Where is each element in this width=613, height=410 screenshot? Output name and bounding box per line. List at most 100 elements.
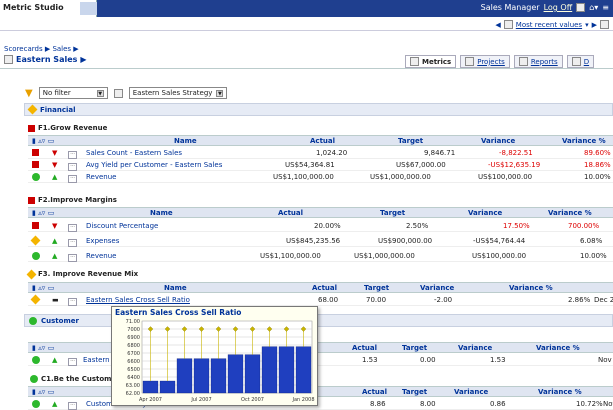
table-row[interactable]: ▼ ··· Sales Count - Eastern Sales 1,024.… — [28, 148, 613, 159]
chevron-down-icon[interactable]: ▼ — [216, 89, 224, 97]
window-tab-stub[interactable] — [80, 2, 97, 15]
filter-select[interactable]: No filter ▼ — [38, 87, 108, 99]
metric-variance-pct: 10.00% — [584, 173, 611, 181]
col-variance[interactable]: Variance — [481, 137, 515, 145]
col-actual[interactable]: Actual — [310, 137, 335, 145]
metric-actual: US$1,100,000.00 — [260, 252, 321, 260]
more-button[interactable]: ··· — [68, 296, 77, 306]
objective-f3[interactable]: F3. Improve Revenue Mix — [26, 269, 138, 279]
breadcrumb: Scorecards ▶ Sales ▶ — [4, 45, 79, 53]
metric-target: 70.00 — [366, 296, 387, 304]
metric-date: Nov — [603, 400, 613, 408]
metric-variance: US$100,000.00 — [478, 173, 533, 181]
table-row[interactable]: ▼ ··· Avg Yield per Customer - Eastern S… — [28, 160, 613, 171]
tab-d-label: D — [583, 57, 590, 66]
more-button[interactable]: ··· — [68, 252, 77, 262]
metric-variance: 1.53 — [490, 356, 506, 364]
tab-d[interactable]: D — [566, 55, 595, 68]
values-icon — [503, 20, 513, 29]
history-chart-popup: Eastern Sales Cross Sell Ratio 71.00 7000… — [111, 306, 318, 406]
col-variance[interactable]: Variance — [454, 388, 488, 396]
home-icon[interactable]: ⌂▾ — [589, 3, 598, 12]
logoff-link[interactable]: Log Off — [544, 3, 573, 12]
app-title: Metric Studio — [3, 3, 64, 12]
x-tick-label: Jan 2008 — [291, 397, 314, 403]
strategy-icon — [113, 88, 123, 98]
tab-metrics[interactable]: Metrics — [405, 55, 457, 68]
section-financial[interactable]: Financial — [24, 103, 613, 116]
col-target[interactable]: Target — [402, 344, 427, 352]
metric-target: US$1,000,000.00 — [354, 252, 415, 260]
col-variance[interactable]: Variance — [420, 284, 454, 292]
more-button[interactable]: ··· — [68, 173, 77, 183]
metric-name[interactable]: Sales Count - Eastern Sales — [86, 149, 182, 157]
report-icon[interactable] — [576, 3, 586, 12]
print-icon[interactable] — [600, 20, 609, 29]
most-recent-values-link[interactable]: Most recent values — [516, 21, 582, 29]
col-name[interactable]: Name — [150, 209, 173, 217]
breadcrumb-sales[interactable]: Sales — [52, 45, 71, 53]
more-button[interactable]: ··· — [68, 161, 77, 171]
objective-c1[interactable]: C1.Be the Custome — [30, 375, 116, 383]
scorecard-icon — [4, 55, 13, 64]
col-name[interactable]: Name — [164, 284, 187, 292]
chevron-down-icon[interactable]: ▼ — [96, 89, 104, 97]
col-actual[interactable]: Actual — [352, 344, 377, 352]
metric-name[interactable]: Discount Percentage — [86, 222, 158, 230]
red-square-icon — [28, 196, 35, 204]
more-button[interactable]: ··· — [68, 149, 77, 159]
tab-reports[interactable]: Reports — [513, 55, 563, 68]
tab-projects[interactable]: Projects — [460, 55, 510, 68]
strategy-select[interactable]: Eastern Sales Strategy ▼ — [128, 87, 228, 99]
col-variance-pct[interactable]: Variance % — [509, 284, 553, 292]
breadcrumb-scorecards[interactable]: Scorecards — [4, 45, 43, 53]
table-row[interactable]: ▲ ··· Revenue US$1,100,000.00 US$1,000,0… — [28, 251, 613, 262]
col-variance-pct[interactable]: Variance % — [562, 137, 606, 145]
y-tick-label: 6800 — [127, 343, 140, 349]
metric-name[interactable]: Eastern Sales Cross Sell Ratio — [86, 296, 190, 304]
col-actual[interactable]: Actual — [278, 209, 303, 217]
metric-actual: US$1,100,000.00 — [273, 173, 334, 181]
col-target[interactable]: Target — [380, 209, 405, 217]
status-icon — [30, 294, 41, 305]
bar — [176, 358, 193, 394]
table-row[interactable]: ▼ ··· Discount Percentage 20.00% 2.50% 1… — [28, 221, 613, 232]
table-row[interactable]: ▲ ··· Expenses US$845,235.56 US$900,000.… — [28, 235, 613, 247]
col-variance[interactable]: Variance — [468, 209, 502, 217]
metric-variance: US$100,000.00 — [472, 252, 527, 260]
col-name[interactable]: Name — [174, 137, 197, 145]
more-button[interactable]: ··· — [68, 356, 77, 366]
col-variance[interactable]: Variance — [458, 344, 492, 352]
chevron-down-icon[interactable]: ▾ — [585, 21, 589, 29]
more-button[interactable]: ··· — [68, 400, 77, 410]
menu-icon[interactable]: ≡ — [602, 3, 609, 12]
objective-f1[interactable]: F1.Grow Revenue — [28, 124, 107, 132]
col-variance-pct[interactable]: Variance % — [538, 388, 582, 396]
trend-flat-icon: ▬ — [52, 296, 59, 304]
objective-f2[interactable]: F2.Improve Margins — [28, 196, 117, 204]
metric-name[interactable]: Revenue — [86, 173, 117, 181]
table-row[interactable]: ▬ ··· Eastern Sales Cross Sell Ratio 68.… — [28, 294, 613, 306]
col-actual[interactable]: Actual — [312, 284, 337, 292]
metric-name[interactable]: Avg Yield per Customer - Eastern Sales — [86, 161, 222, 169]
d-icon — [571, 57, 581, 66]
more-button[interactable]: ··· — [68, 222, 77, 232]
col-target[interactable]: Target — [398, 137, 423, 145]
bar — [142, 380, 159, 394]
more-button[interactable]: ··· — [68, 237, 77, 247]
col-target[interactable]: Target — [402, 388, 427, 396]
metric-name[interactable]: Expenses — [86, 237, 119, 245]
trend-up-icon: ▲ — [52, 252, 58, 260]
col-variance-pct[interactable]: Variance % — [536, 344, 580, 352]
metric-name[interactable]: Revenue — [86, 252, 117, 260]
metric-variance-pct: 2.86% — [568, 296, 591, 304]
metric-target: US$67,000.00 — [396, 161, 446, 169]
col-target[interactable]: Target — [364, 284, 389, 292]
col-actual[interactable]: Actual — [362, 388, 387, 396]
bar — [227, 354, 244, 394]
trend-up-icon: ▲ — [52, 400, 58, 408]
col-variance-pct[interactable]: Variance % — [548, 209, 592, 217]
back-icon[interactable]: ◀ — [495, 21, 500, 29]
table-row[interactable]: ▲ ··· Revenue US$1,100,000.00 US$1,000,0… — [28, 172, 613, 183]
forward-icon[interactable]: ▶ — [592, 21, 597, 29]
